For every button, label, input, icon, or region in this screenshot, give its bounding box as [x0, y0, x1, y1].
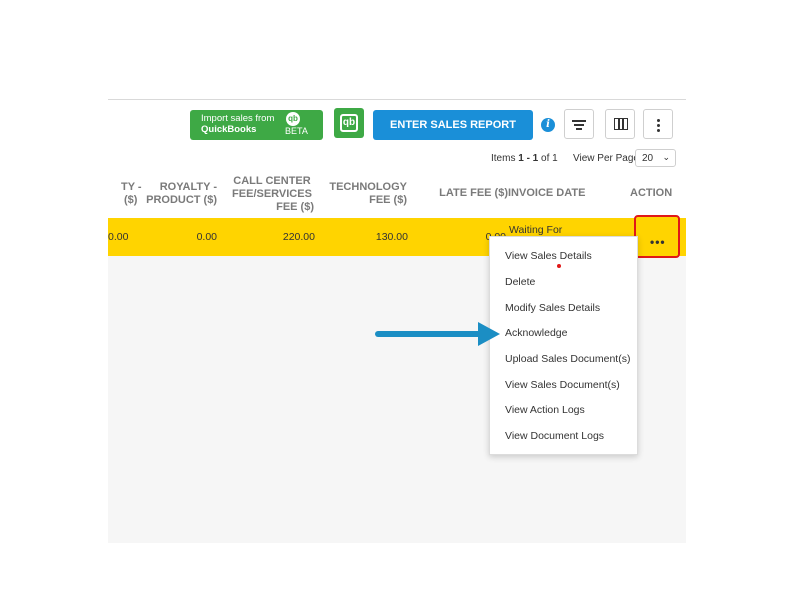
beta-badge: BETA — [285, 126, 308, 136]
row-action-menu: View Sales Details Delete Modify Sales D… — [489, 236, 638, 455]
menu-item-modify-sales-details[interactable]: Modify Sales Details — [505, 302, 600, 314]
cell-royalty-partial: 0.00 — [108, 231, 129, 243]
quickbooks-button[interactable]: qb — [334, 108, 364, 138]
annotation-arrow-icon — [375, 322, 500, 346]
items-count: Items 1 - 1 of 1 — [491, 153, 558, 164]
header-invoice-date: INVOICE DATE — [508, 187, 586, 199]
toolbar: Import sales from QuickBooks BETA qb qb … — [108, 100, 686, 148]
cell-call-center-fee: 220.00 — [282, 231, 315, 243]
red-dot-marker — [557, 264, 561, 268]
menu-item-view-document-logs[interactable]: View Document Logs — [505, 430, 604, 442]
menu-item-acknowledge[interactable]: Acknowledge — [505, 327, 567, 339]
per-page-select[interactable]: 20 ⌄ — [635, 149, 676, 167]
menu-item-view-sales-documents[interactable]: View Sales Document(s) — [505, 379, 620, 391]
menu-item-view-sales-details[interactable]: View Sales Details — [505, 250, 592, 262]
cell-technology-fee: 130.00 — [375, 231, 408, 243]
info-icon[interactable]: i — [541, 118, 555, 132]
menu-item-delete[interactable]: Delete — [505, 276, 535, 288]
row-action-button[interactable]: ••• — [634, 215, 680, 258]
quickbooks-icon: qb — [340, 114, 358, 132]
header-action: ACTION — [630, 187, 673, 199]
cell-royalty-product: 0.00 — [196, 231, 217, 243]
enter-sales-report-button[interactable]: ENTER SALES REPORT — [373, 110, 533, 140]
chevron-down-icon: ⌄ — [662, 152, 670, 162]
per-page-value: 20 — [642, 153, 654, 164]
menu-item-upload-sales-documents[interactable]: Upload Sales Document(s) — [505, 353, 630, 365]
header-call-center-fee: CALL CENTER FEE/SERVICES FEE ($) — [232, 175, 314, 213]
pagination-bar: Items 1 - 1 of 1 View Per Page 20 ⌄ — [108, 148, 686, 172]
header-royalty-product: ROYALTY - PRODUCT ($) — [146, 181, 217, 206]
menu-item-view-action-logs[interactable]: View Action Logs — [505, 404, 585, 416]
header-technology-fee: TECHNOLOGY FEE ($) — [329, 181, 407, 206]
ellipsis-icon: ••• — [650, 235, 666, 249]
columns-icon — [614, 118, 628, 130]
import-quickbooks-button[interactable]: Import sales from QuickBooks BETA qb — [190, 110, 323, 140]
view-per-page-label: View Per Page — [573, 153, 639, 164]
table-header: TY - ($) ROYALTY - PRODUCT ($) CALL CENT… — [108, 172, 686, 218]
more-options-button[interactable] — [643, 109, 673, 139]
header-late-fee: LATE FEE ($) — [439, 187, 508, 199]
import-label-line1: Import sales from — [201, 113, 275, 124]
cell-invoice-date: Waiting For — [509, 224, 563, 236]
filter-button[interactable] — [564, 109, 594, 139]
quickbooks-logo-icon: qb — [286, 112, 300, 126]
columns-button[interactable] — [605, 109, 635, 139]
